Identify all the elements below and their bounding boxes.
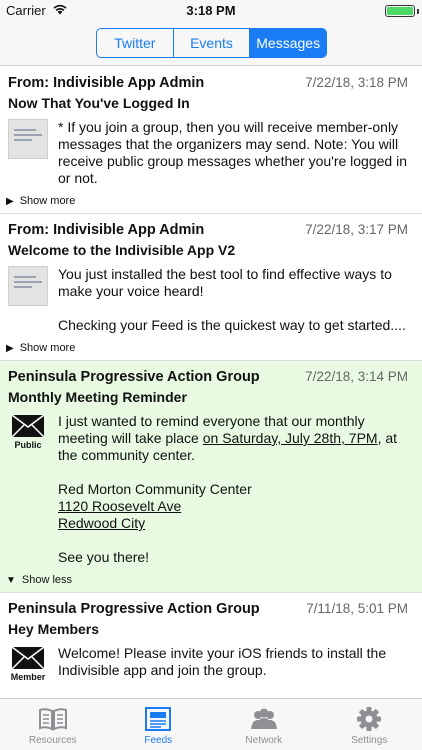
- battery-cap: [417, 9, 419, 14]
- tab-label: Resources: [28, 735, 77, 746]
- message-date: 7/22/18, 3:18 PM: [305, 75, 408, 90]
- show-more-button[interactable]: ▶ Show more: [6, 342, 414, 354]
- message-address: Red Morton Community Center 1120 Rooseve…: [58, 481, 414, 532]
- tab-resources[interactable]: Resources: [0, 699, 106, 750]
- message-sender: Peninsula Progressive Action Group: [8, 601, 260, 617]
- message-paragraph: Checking your Feed is the quickest way t…: [58, 317, 406, 333]
- address-city-link[interactable]: Redwood City: [58, 515, 414, 532]
- message-date: 7/11/18, 5:01 PM: [306, 601, 408, 616]
- triangle-right-icon: ▶: [6, 195, 14, 207]
- message-paragraph: I just wanted to remind everyone that ou…: [58, 413, 414, 464]
- message-item[interactable]: Peninsula Progressive Action Group 7/22/…: [0, 361, 422, 593]
- envelope-icon: [12, 415, 44, 437]
- message-body: * If you join a group, then you will rec…: [58, 119, 407, 186]
- tab-settings[interactable]: Settings: [317, 699, 422, 750]
- people-icon: [250, 708, 277, 729]
- message-item[interactable]: Peninsula Progressive Action Group 7/11/…: [0, 593, 422, 688]
- message-sender: Peninsula Progressive Action Group: [8, 369, 260, 385]
- triangle-right-icon: ▶: [6, 342, 14, 354]
- segment-messages[interactable]: Messages: [250, 29, 326, 57]
- newspaper-icon: [145, 707, 172, 731]
- message-subject: Welcome to the Indivisible App V2: [8, 242, 236, 258]
- show-more-button[interactable]: ▶ Show more: [6, 195, 414, 207]
- member-message-badge: Member: [8, 645, 48, 682]
- message-paragraph: You just installed the best tool to find…: [58, 266, 392, 299]
- feed-segmented-control: Twitter Events Messages: [96, 28, 327, 58]
- tab-label: Network: [245, 735, 283, 746]
- address-name: Red Morton Community Center: [58, 481, 252, 497]
- message-subject: Now That You've Logged In: [8, 95, 190, 111]
- status-bar: Carrier 3:18 PM: [0, 0, 422, 22]
- tab-feeds[interactable]: Feeds: [106, 699, 212, 750]
- tab-network[interactable]: Network: [211, 699, 317, 750]
- tab-label: Settings: [351, 735, 388, 746]
- messages-list[interactable]: From: Indivisible App Admin 7/22/18, 3:1…: [0, 67, 422, 698]
- message-paragraph: See you there!: [58, 549, 150, 565]
- segment-events[interactable]: Events: [174, 29, 251, 57]
- event-date-link[interactable]: on Saturday, July 28th, 7PM: [203, 430, 378, 446]
- show-less-button[interactable]: ▼ Show less: [6, 574, 414, 586]
- message-sender: From: Indivisible App Admin: [8, 222, 205, 238]
- envelope-label: Member: [10, 672, 46, 682]
- message-thumbnail: [8, 266, 48, 306]
- message-item[interactable]: From: Indivisible App Admin 7/22/18, 3:1…: [0, 214, 422, 361]
- tab-label: Feeds: [144, 735, 173, 746]
- address-street-link[interactable]: 1120 Roosevelt Ave: [58, 498, 414, 515]
- navigation-bar: Twitter Events Messages: [0, 22, 422, 66]
- envelope-icon: [12, 647, 44, 669]
- toggle-label: Show more: [19, 195, 76, 207]
- tab-bar: Resources Feeds Network Settings: [0, 698, 422, 750]
- book-icon: [38, 708, 67, 731]
- message-sender: From: Indivisible App Admin: [8, 75, 205, 91]
- toggle-label: Show less: [21, 574, 73, 586]
- gear-icon: [357, 707, 382, 731]
- status-time: 3:18 PM: [186, 3, 236, 18]
- message-item[interactable]: From: Indivisible App Admin 7/22/18, 3:1…: [0, 67, 422, 214]
- message-body: I just wanted to remind everyone that ou…: [58, 413, 414, 566]
- battery-icon: [385, 5, 415, 17]
- message-body: You just installed the best tool to find…: [58, 266, 414, 334]
- message-body: Welcome! Please invite your iOS friends …: [58, 645, 387, 678]
- message-subject: Monthly Meeting Reminder: [8, 389, 187, 405]
- message-date: 7/22/18, 3:14 PM: [305, 369, 408, 384]
- message-thumbnail: [8, 119, 48, 159]
- message-subject: Hey Members: [8, 621, 100, 637]
- toggle-label: Show more: [19, 342, 76, 354]
- envelope-label: Public: [14, 440, 42, 450]
- segment-twitter[interactable]: Twitter: [97, 29, 174, 57]
- public-message-badge: Public: [8, 413, 48, 450]
- triangle-down-icon: ▼: [6, 574, 16, 586]
- message-date: 7/22/18, 3:17 PM: [305, 222, 408, 237]
